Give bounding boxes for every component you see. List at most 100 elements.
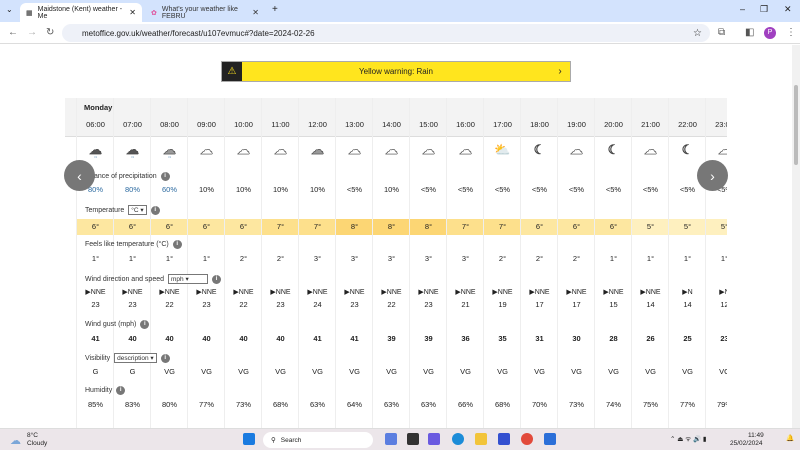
info-icon[interactable]: i <box>212 274 221 284</box>
hour-column: 11:00 ☁ 10% 7° 2° ▶NNE 23 40 VG 68% <box>261 98 299 428</box>
moon-icon: ☾ <box>681 142 694 158</box>
minimize-icon[interactable]: – <box>740 4 745 14</box>
clock-time[interactable]: 11:49 <box>748 432 764 439</box>
visibility-value: VG <box>534 367 545 376</box>
info-icon[interactable]: i <box>160 353 170 363</box>
gust-value: 40 <box>239 334 248 343</box>
hour-time: 10:00 <box>234 120 253 129</box>
store-icon[interactable] <box>544 433 556 445</box>
chevron-left-icon: ‹ <box>77 167 82 184</box>
profile-avatar[interactable]: P <box>764 27 776 39</box>
hour-column: 17:00 ⛅ <5% 7° 2° ▶NNE 19 35 VG 68% <box>483 98 521 428</box>
sidepanel-icon[interactable]: ◧ <box>745 27 754 38</box>
chrome-icon[interactable] <box>521 433 533 445</box>
wind-speed: 23 <box>276 300 285 309</box>
visibility-value: VG <box>312 367 323 376</box>
info-icon[interactable]: i <box>172 240 182 249</box>
weather-temp[interactable]: 8°C <box>27 432 38 439</box>
hour-time: 14:00 <box>382 120 401 129</box>
sun-cloud-icon: ⛅ <box>494 142 511 158</box>
hour-time: 17:00 <box>493 120 512 129</box>
extensions-icon[interactable]: ⧉ <box>718 27 725 38</box>
visibility-select[interactable]: description ▾ <box>114 353 157 363</box>
visibility-value: G <box>129 367 136 376</box>
forward-icon[interactable]: → <box>27 27 37 38</box>
wind-unit-select[interactable]: mph ▾ <box>168 274 208 284</box>
scrollbar-thumb[interactable] <box>794 85 798 165</box>
temp-value: 8° <box>336 219 373 235</box>
visibility-value: VG <box>571 367 582 376</box>
warning-text: Yellow warning: Rain <box>359 67 433 76</box>
visibility-value: VG <box>719 367 727 376</box>
wind-direction: ▶N <box>706 288 727 296</box>
clock-date[interactable]: 25/02/2024 <box>730 440 763 447</box>
feels-value: 2° <box>572 254 581 263</box>
url-input[interactable]: metoffice.gov.uk/weather/forecast/u107ev… <box>62 24 710 42</box>
close-window-icon[interactable]: ✕ <box>784 4 792 15</box>
file-explorer-icon[interactable] <box>475 433 487 445</box>
new-tab-icon[interactable]: + <box>272 4 278 15</box>
info-icon[interactable]: i <box>160 172 170 181</box>
bookmark-star-icon[interactable]: ☆ <box>693 28 702 39</box>
feels-value: 1° <box>91 254 100 263</box>
humidity-value: 77% <box>679 400 695 409</box>
hour-time: 21:00 <box>641 120 660 129</box>
feels-value: 2° <box>535 254 544 263</box>
temp-unit-select[interactable]: °C ▾ <box>128 205 147 215</box>
copilot-icon[interactable] <box>385 433 397 445</box>
tray-icons[interactable]: ⌃ ⏏ ᯤ 🔊 ▮ <box>670 434 706 443</box>
precip-value: <5% <box>457 185 474 194</box>
info-icon[interactable]: i <box>140 320 150 329</box>
cloud-weather-icon: ☁ <box>10 435 21 447</box>
precip-value: 10% <box>309 185 325 194</box>
gust-value: 41 <box>350 334 359 343</box>
terminal-icon[interactable] <box>407 433 419 445</box>
windows-start-icon[interactable] <box>243 433 255 445</box>
feels-value: 1° <box>609 254 618 263</box>
precip-value: <5% <box>494 185 511 194</box>
tab-list-icon[interactable]: ⌄ <box>6 5 13 14</box>
app-icon[interactable] <box>498 433 510 445</box>
moon-icon: ☾ <box>607 142 620 158</box>
weather-desc[interactable]: Cloudy <box>27 440 47 447</box>
notification-icon[interactable]: 🔔 <box>786 434 794 442</box>
info-icon[interactable]: i <box>150 205 160 215</box>
wind-speed: 17 <box>535 300 544 309</box>
feels-value: 1° <box>128 254 137 263</box>
tab-label: Maidstone (Kent) weather - Me <box>37 5 123 20</box>
temp-value: 5° <box>669 219 706 235</box>
wind-direction: ▶NNE <box>418 289 439 296</box>
temp-value: 6° <box>151 219 188 235</box>
page-scrollbar[interactable] <box>792 45 800 428</box>
reload-icon[interactable]: ↻ <box>46 27 54 38</box>
scroll-left-button[interactable]: ‹ <box>64 160 95 191</box>
wind-direction: ▶NNE <box>529 289 550 296</box>
hour-column: 16:00 ☁ <5% 7° 3° ▶NNE 21 36 VG 66% <box>446 98 484 428</box>
wind-label: Wind direction and speed mph ▾ i <box>85 274 221 284</box>
visibility-value: VG <box>238 367 249 376</box>
precip-value: 10% <box>235 185 251 194</box>
restore-icon[interactable]: ❐ <box>760 4 768 15</box>
teams-icon[interactable] <box>428 433 440 445</box>
url-text: metoffice.gov.uk/weather/forecast/u107ev… <box>82 28 315 38</box>
scroll-right-button[interactable]: › <box>697 160 728 191</box>
hour-column: 19:00 ☁ <5% 6° 2° ▶NNE 17 30 VG 73% <box>557 98 595 428</box>
hour-column: 20:00 ☾ <5% 6° 1° ▶NNE 15 28 VG 74% <box>594 98 632 428</box>
close-tab-icon[interactable]: ✕ <box>129 8 136 17</box>
tab-metoffice[interactable]: ▦ Maidstone (Kent) weather - Me ✕ <box>20 3 142 22</box>
info-icon[interactable]: i <box>116 386 126 395</box>
wind-direction: ▶NNE <box>640 289 661 296</box>
back-icon[interactable]: ← <box>8 27 18 38</box>
yellow-warning-banner[interactable]: ⚠ Yellow warning: Rain › <box>221 61 571 82</box>
menu-icon[interactable]: ⋮ <box>786 27 796 38</box>
humidity-value: 74% <box>605 400 621 409</box>
wind-speed: 22 <box>387 300 396 309</box>
taskbar-search[interactable]: ⚲ Search <box>263 432 373 448</box>
visibility-value: VG <box>386 367 397 376</box>
close-tab-icon[interactable]: ✕ <box>252 8 259 17</box>
humidity-value: 64% <box>346 400 362 409</box>
wind-speed: 24 <box>313 300 322 309</box>
tab-other[interactable]: ✿ What's your weather like FEBRU ✕ <box>145 3 265 22</box>
feels-label: Feels like temperature (°C) i <box>85 240 182 249</box>
edge-icon[interactable] <box>452 433 464 445</box>
